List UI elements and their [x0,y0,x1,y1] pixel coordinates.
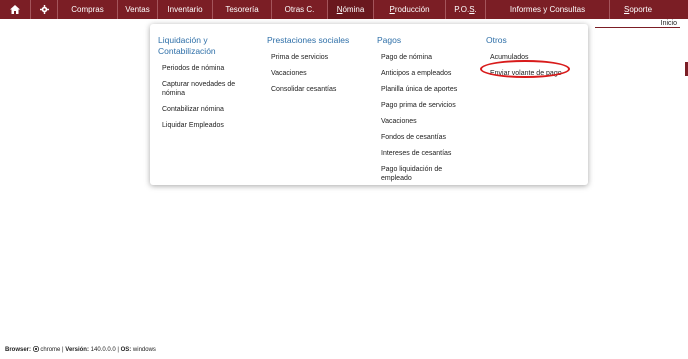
menu-item-pago-liquidacion[interactable]: Pago liquidación de empleado [377,161,477,186]
version-label: Versión: [65,347,89,353]
menu-item-vacaciones-prestaciones[interactable]: Vacaciones [267,65,367,81]
nav-produccion[interactable]: Producción [374,0,446,19]
nomina-dropdown-menu: Liquidación y Contabilización Periodos d… [150,24,588,185]
chrome-icon [32,345,39,353]
browser-value: chrome [40,347,61,353]
menu-item-vacaciones-pagos[interactable]: Vacaciones [377,113,477,129]
nav-ventas[interactable]: Ventas [118,0,158,19]
breadcrumb[interactable]: Inicio [661,20,677,27]
nav-soporte[interactable]: Soporte [610,0,666,19]
nav-nomina[interactable]: Nómina [328,0,374,19]
section-title-liquidacion: Liquidación y Contabilización [158,35,216,56]
main-navbar: Compras Ventas Inventario Tesorería Otra… [0,0,688,19]
menu-item-pago-prima[interactable]: Pago prima de servicios [377,97,477,113]
settings-button[interactable] [31,0,58,19]
browser-label: Browser: [5,347,32,353]
browser-info-footer: Browser: chrome | Versión: 140.0.0.0 | O… [5,345,156,353]
nav-otras-c[interactable]: Otras C. [272,0,328,19]
menu-section-prestaciones: Prestaciones sociales Prima de servicios… [267,35,367,97]
menu-section-pagos: Pagos Pago de nómina Anticipos a emplead… [377,35,477,186]
menu-item-anticipos-empleados[interactable]: Anticipos a empleados [377,65,477,81]
os-value: windows [132,347,156,353]
menu-item-prima-servicios[interactable]: Prima de servicios [267,49,367,65]
nav-pos[interactable]: P.O.S. [446,0,486,19]
menu-item-periodos-nomina[interactable]: Periodos de nómina [158,60,258,76]
menu-item-planilla-aportes[interactable]: Planilla única de aportes [377,81,477,97]
section-title-prestaciones: Prestaciones sociales [267,35,350,45]
nav-soporte-label: Soporte [623,5,653,14]
menu-item-enviar-volante[interactable]: Enviar volante de pago [486,65,586,81]
nav-pos-label: P.O.S. [454,5,477,14]
menu-item-liquidar-empleados[interactable]: Liquidar Empleados [158,117,258,133]
home-button[interactable] [0,0,31,19]
menu-item-intereses-cesantias[interactable]: Intereses de cesantías [377,145,477,161]
breadcrumb-divider [595,27,680,28]
gear-icon [39,5,49,14]
menu-item-fondos-cesantias[interactable]: Fondos de cesantías [377,129,477,145]
section-title-pagos: Pagos [377,35,402,45]
section-title-otros: Otros [486,35,507,45]
menu-section-otros: Otros Acumulados Enviar volante de pago [486,35,586,81]
home-icon [10,5,20,14]
nav-tesoreria[interactable]: Tesorería [213,0,272,19]
menu-item-consolidar-cesantias[interactable]: Consolidar cesantías [267,81,367,97]
nav-produccion-label: Producción [389,5,430,14]
nav-informes-consultas[interactable]: Informes y Consultas [486,0,610,19]
menu-section-liquidacion: Liquidación y Contabilización Periodos d… [158,35,258,133]
menu-item-contabilizar-nomina[interactable]: Contabilizar nómina [158,101,258,117]
menu-item-pago-nomina[interactable]: Pago de nómina [377,49,477,65]
nav-compras[interactable]: Compras [58,0,118,19]
version-value: 140.0.0.0 [90,347,116,353]
nav-nomina-label: Nómina [336,5,365,14]
menu-item-acumulados[interactable]: Acumulados [486,49,586,65]
nav-inventario[interactable]: Inventario [158,0,213,19]
menu-item-capturar-novedades[interactable]: Capturar novedades de nómina [158,76,258,101]
os-label: OS: [120,347,132,353]
